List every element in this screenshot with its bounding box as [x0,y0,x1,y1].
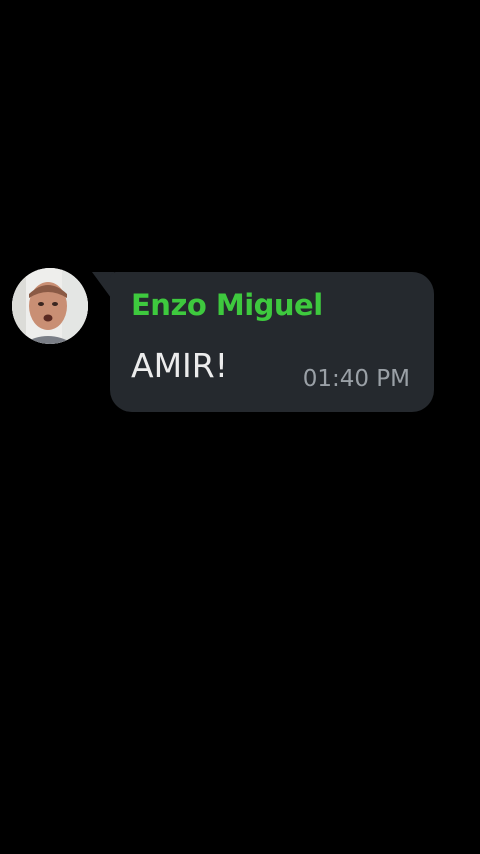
avatar-photo-icon [12,268,88,344]
message-bubble[interactable]: Enzo Miguel AMIR! 01:40 PM [110,272,434,412]
sender-avatar[interactable] [12,268,88,344]
message-text: AMIR! [131,346,228,385]
message-timestamp: 01:40 PM [302,366,410,392]
sender-name[interactable]: Enzo Miguel [131,288,323,322]
chat-screen: Enzo Miguel AMIR! 01:40 PM [0,0,480,854]
